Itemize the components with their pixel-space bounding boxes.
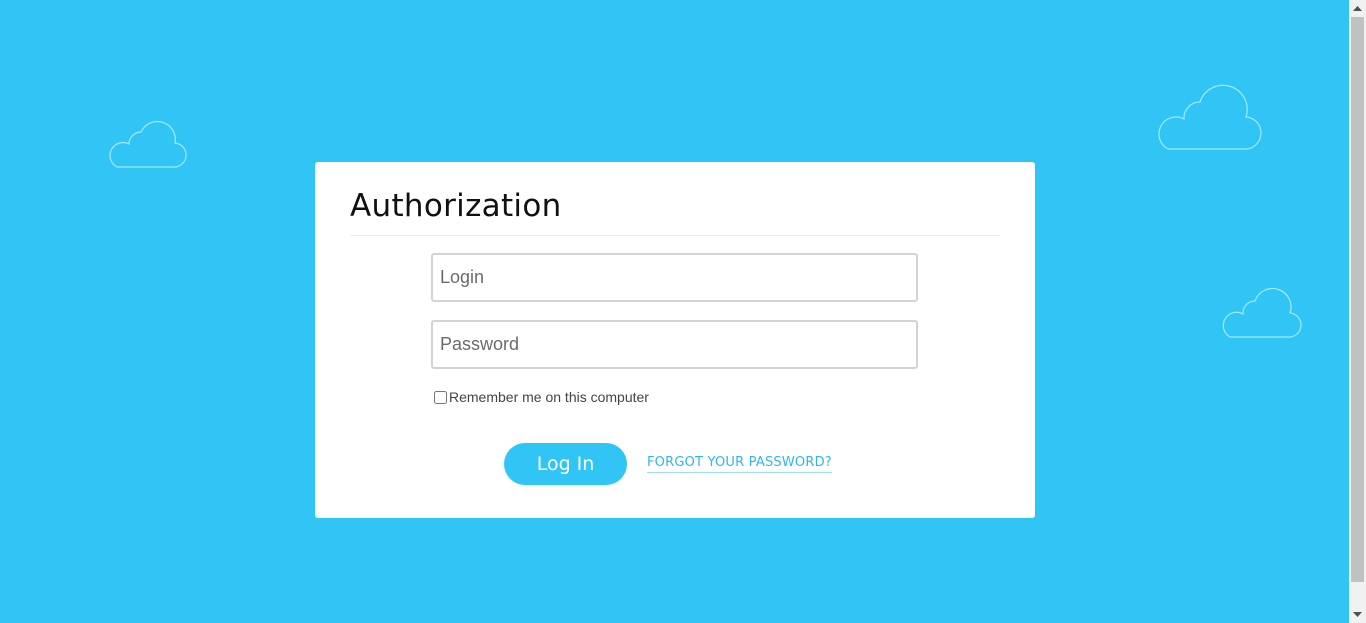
login-input[interactable]	[431, 253, 918, 302]
remember-me-label: Remember me on this computer	[449, 389, 649, 405]
vertical-scrollbar[interactable]	[1349, 0, 1366, 623]
page-title: Authorization	[350, 188, 562, 224]
login-button[interactable]: Log In	[504, 443, 627, 485]
remember-me-checkbox[interactable]	[434, 390, 447, 404]
title-divider	[350, 235, 1000, 236]
cloud-icon	[1218, 285, 1302, 339]
password-input[interactable]	[431, 320, 918, 369]
cloud-icon	[1152, 82, 1262, 152]
remember-me[interactable]: Remember me on this computer	[434, 389, 649, 405]
chevron-up-icon[interactable]	[1349, 0, 1366, 17]
authorization-card: Authorization Remember me on this comput…	[315, 162, 1035, 518]
forgot-password-link[interactable]: FORGOT YOUR PASSWORD?	[647, 455, 832, 473]
scrollbar-thumb[interactable]	[1351, 17, 1364, 582]
chevron-down-icon[interactable]	[1349, 606, 1366, 623]
cloud-icon	[105, 116, 187, 169]
